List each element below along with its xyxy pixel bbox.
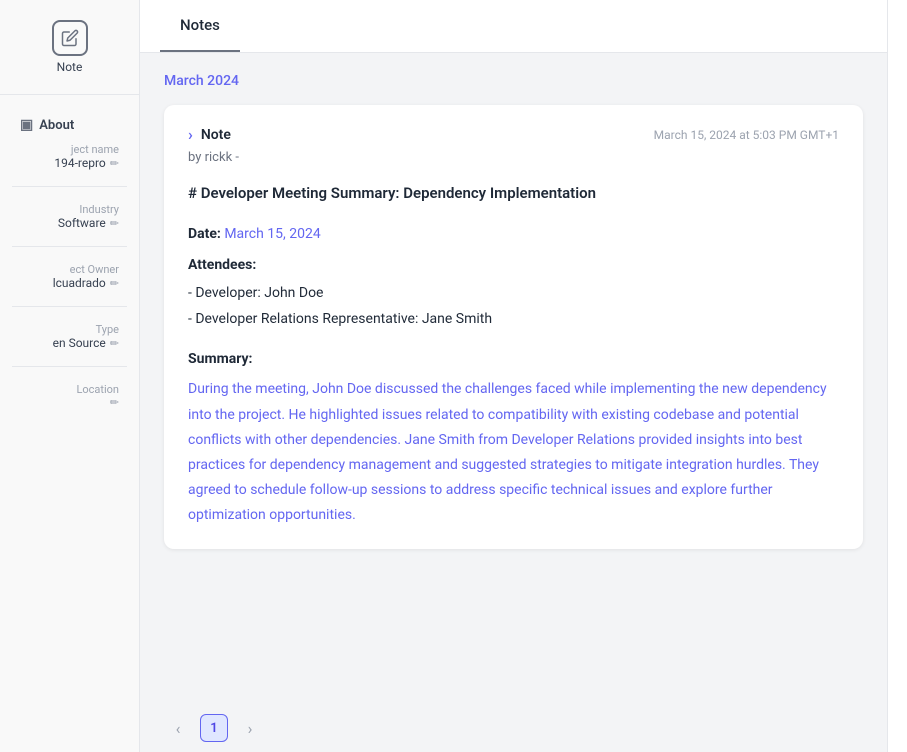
main-content: Notes March 2024 › Note March 15, 2024 a… <box>140 0 887 752</box>
note-button[interactable]: Note <box>32 10 108 84</box>
about-section: ▣ About ject name 194-repro ✏ Industry S… <box>0 105 139 415</box>
note-timestamp: March 15, 2024 at 5:03 PM GMT+1 <box>654 128 839 142</box>
note-card-header: › Note March 15, 2024 at 5:03 PM GMT+1 <box>188 125 839 144</box>
note-date-line: Date: March 15, 2024 <box>188 223 839 247</box>
owner-label: ect Owner <box>20 263 119 276</box>
project-name-value: 194-repro ✏ <box>20 156 119 170</box>
summary-label: Summary: <box>188 351 252 367</box>
industry-label: Industry <box>20 203 119 216</box>
about-title: ▣ About <box>12 105 127 137</box>
owner-edit-icon[interactable]: ✏ <box>110 277 119 290</box>
tab-bar: Notes <box>140 0 887 53</box>
project-name-label: ject name <box>20 143 119 156</box>
date-label: Date: <box>188 226 224 242</box>
about-icon: ▣ <box>20 117 33 133</box>
sidebar-divider <box>0 94 139 95</box>
location-edit-icon[interactable]: ✏ <box>110 396 119 409</box>
location-field: Location ✏ <box>12 377 127 415</box>
attendee1-line: - Developer: John Doe <box>188 282 839 306</box>
type-edit-icon[interactable]: ✏ <box>110 337 119 350</box>
attendees-label-line: Attendees: <box>188 254 839 278</box>
industry-value: Software ✏ <box>20 216 119 230</box>
note-title: # Developer Meeting Summary: Dependency … <box>188 181 839 207</box>
chevron-right-icon: › <box>188 125 193 144</box>
next-page-button[interactable]: › <box>236 714 264 742</box>
location-label: Location <box>20 383 119 396</box>
note-body: # Developer Meeting Summary: Dependency … <box>188 181 839 529</box>
attendees-label: Attendees: <box>188 257 256 273</box>
note-author: by rickk - <box>188 150 839 165</box>
month-header: March 2024 <box>164 73 863 89</box>
sidebar: Note ▣ About ject name 194-repro ✏ Indus… <box>0 0 140 752</box>
pagination: ‹ 1 › <box>140 704 887 752</box>
content-area: March 2024 › Note March 15, 2024 at 5:03… <box>140 53 887 704</box>
field-divider-3 <box>12 306 127 307</box>
owner-value: lcuadrado ✏ <box>20 276 119 290</box>
owner-field: ect Owner lcuadrado ✏ <box>12 257 127 296</box>
attendee2-line: - Developer Relations Representative: Ja… <box>188 308 839 332</box>
page-1-button[interactable]: 1 <box>200 714 228 742</box>
summary-text: During the meeting, John Doe discussed t… <box>188 377 839 528</box>
note-icon <box>52 20 88 56</box>
project-name-edit-icon[interactable]: ✏ <box>110 157 119 170</box>
field-divider-4 <box>12 366 127 367</box>
type-label: Type <box>20 323 119 336</box>
project-name-field: ject name 194-repro ✏ <box>12 137 127 176</box>
note-label: Note <box>57 60 83 74</box>
type-field: Type en Source ✏ <box>12 317 127 356</box>
prev-page-button[interactable]: ‹ <box>164 714 192 742</box>
date-value: March 15, 2024 <box>224 226 320 242</box>
industry-field: Industry Software ✏ <box>12 197 127 236</box>
location-value: ✏ <box>20 396 119 409</box>
note-type: › Note <box>188 125 231 144</box>
summary-label-line: Summary: <box>188 348 839 372</box>
field-divider-2 <box>12 246 127 247</box>
type-value: en Source ✏ <box>20 336 119 350</box>
right-panel <box>887 0 907 752</box>
note-card: › Note March 15, 2024 at 5:03 PM GMT+1 b… <box>164 105 863 549</box>
industry-edit-icon[interactable]: ✏ <box>110 217 119 230</box>
tab-notes[interactable]: Notes <box>160 0 240 52</box>
field-divider-1 <box>12 186 127 187</box>
